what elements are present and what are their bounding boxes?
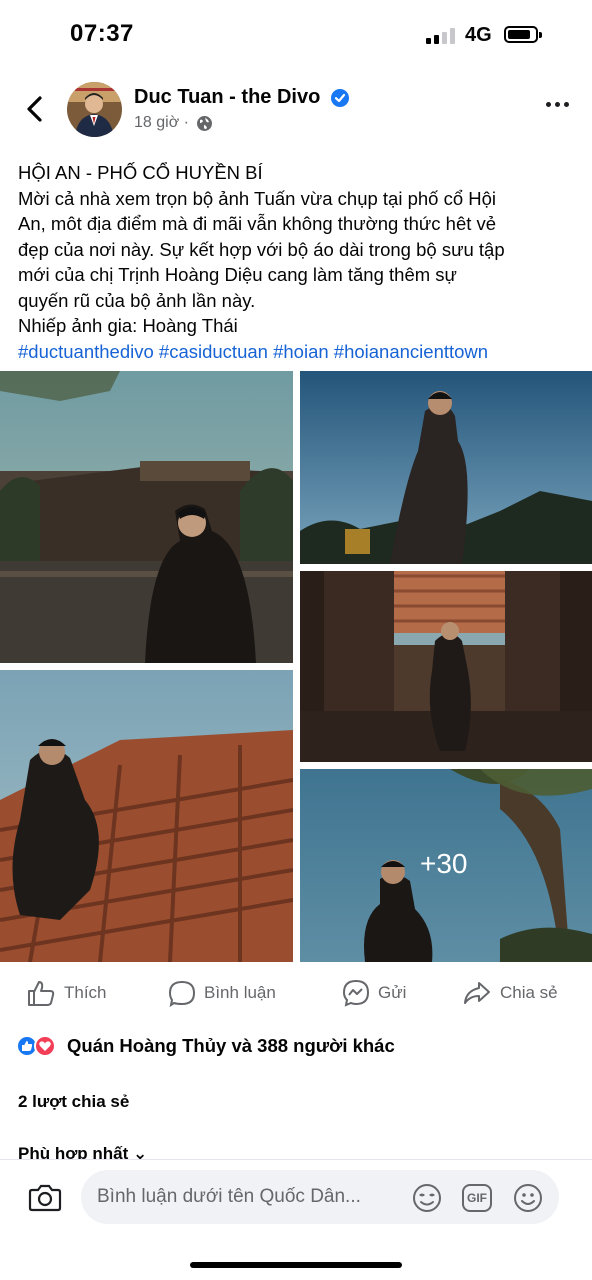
battery-icon [504, 26, 542, 43]
post-text-line: Mời cả nhà xem trọn bộ ảnh Tuấn vừa chụp… [18, 187, 497, 209]
more-options-icon[interactable] [544, 100, 572, 110]
messenger-icon [342, 979, 370, 1007]
share-button[interactable]: Chia sẻ [462, 978, 558, 1008]
signal-icon [426, 28, 456, 44]
post-photo[interactable] [300, 371, 592, 564]
post-text-line: quyến rũ của bộ ảnh lần này. [18, 289, 256, 311]
like-button[interactable]: Thích [26, 978, 107, 1008]
send-label: Gửi [378, 983, 407, 1002]
post-text-line: HỘI AN - PHỐ CỔ HUYỀN BÍ [18, 162, 263, 183]
comment-button[interactable]: Bình luận [168, 978, 276, 1008]
emoji-icon[interactable] [512, 1182, 544, 1214]
more-photos-count[interactable]: +30 [420, 848, 468, 880]
gif-button[interactable]: GIF [462, 1184, 492, 1212]
post-photo[interactable] [0, 371, 293, 663]
share-label: Chia sẻ [500, 983, 558, 1002]
status-time: 07:37 [70, 20, 134, 47]
comment-bubble-icon [168, 980, 196, 1007]
hashtag-link[interactable]: #hoian [273, 341, 329, 362]
hashtag-link[interactable]: #ductuanthedivo [18, 341, 154, 362]
post-photo[interactable] [300, 571, 592, 762]
post-photo[interactable] [0, 670, 293, 962]
camera-icon[interactable] [28, 1181, 62, 1213]
hashtag-list: #ductuanthedivo #casiductuan #hoian #hoi… [18, 339, 578, 365]
post-text-line: đẹp của nơi này. Sự kết hợp với bộ áo dà… [18, 238, 505, 260]
post-timestamp[interactable]: 18 giờ · [134, 114, 189, 132]
network-label: 4G [465, 24, 492, 46]
love-reaction-icon [34, 1035, 56, 1057]
comment-placeholder: Bình luận dưới tên Quốc Dân... [97, 1186, 361, 1207]
send-button[interactable]: Gửi [342, 978, 406, 1008]
sticker-icon[interactable] [411, 1182, 443, 1214]
globe-icon [197, 116, 212, 131]
comment-label: Bình luận [204, 983, 276, 1002]
shares-count[interactable]: 2 lượt chia sẻ [18, 1092, 129, 1112]
share-arrow-icon [464, 982, 490, 1004]
hashtag-link[interactable]: #hoianancienttown [334, 341, 488, 362]
like-label: Thích [64, 983, 107, 1002]
back-arrow-icon[interactable] [22, 94, 50, 124]
author-avatar[interactable] [67, 82, 122, 137]
reactions-summary[interactable]: Quán Hoàng Thủy và 388 người khác [67, 1035, 395, 1057]
post-body: HỘI AN - PHỐ CỔ HUYỀN BÍ Mời cả nhà xem … [18, 160, 578, 364]
thumbs-up-icon [28, 981, 55, 1006]
post-text-line: mới của chị Trịnh Hoàng Diệu cang làm tă… [18, 264, 457, 285]
verified-badge-icon [331, 89, 349, 107]
author-name[interactable]: Duc Tuan - the Divo [134, 86, 320, 109]
home-indicator [190, 1262, 402, 1268]
hashtag-link[interactable]: #casiductuan [159, 341, 268, 362]
post-text-line: Nhiếp ảnh gia: Hoàng Thái [18, 315, 238, 336]
post-text-line: An, môt địa điểm mà đi mãi vẫn không thư… [18, 213, 497, 234]
